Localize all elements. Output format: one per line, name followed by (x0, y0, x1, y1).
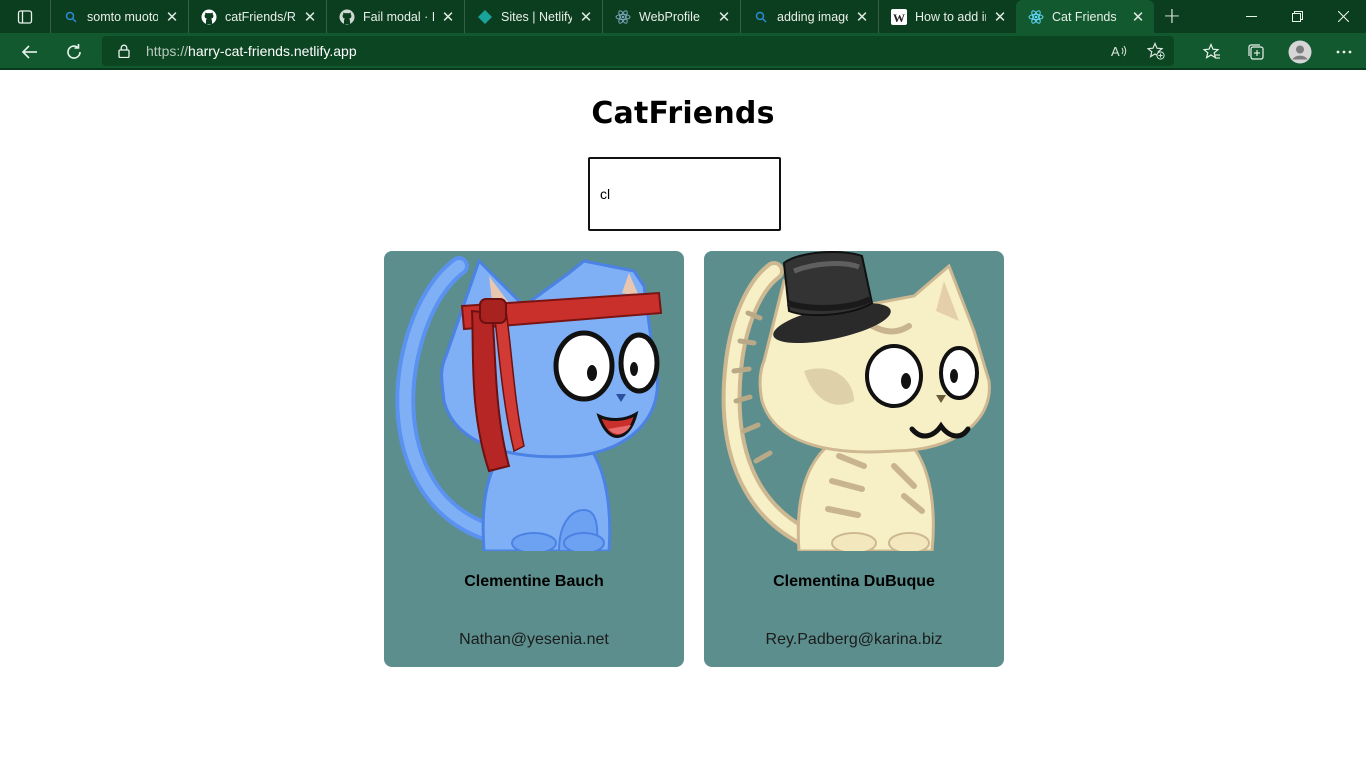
search-input[interactable] (588, 157, 781, 231)
close-icon[interactable]: ✕ (302, 8, 318, 26)
more-menu-button[interactable] (1322, 50, 1366, 54)
url-protocol: https:// (146, 43, 189, 59)
cat-name: Clementine Bauch (464, 573, 604, 590)
tab-somto[interactable]: somto muoto ✕ (50, 0, 188, 33)
tab-adding-image[interactable]: adding image ✕ (740, 0, 878, 33)
browser-tools (1190, 33, 1366, 70)
wikihow-icon: W (891, 8, 907, 25)
react-icon (1028, 9, 1044, 25)
read-aloud-icon[interactable]: A (1102, 44, 1138, 58)
tab-label: Fail modal · Is (363, 9, 434, 24)
netlify-icon (477, 9, 493, 25)
tab-netlify[interactable]: Sites | Netlify ✕ (464, 0, 602, 33)
url-text[interactable]: https://harry-cat-friends.netlify.app (146, 43, 357, 59)
cat-card[interactable]: Clementine Bauch Nathan@yesenia.net (384, 251, 684, 667)
close-icon[interactable]: ✕ (716, 8, 732, 26)
tab-how-to-add[interactable]: W How to add in ✕ (878, 0, 1016, 33)
close-window-button[interactable] (1320, 0, 1366, 33)
close-icon[interactable]: ✕ (992, 8, 1008, 26)
close-icon[interactable]: ✕ (854, 8, 870, 26)
refresh-icon (67, 43, 81, 59)
close-icon[interactable]: ✕ (1130, 8, 1146, 26)
address-bar-actions: A (1102, 42, 1174, 60)
github-icon (339, 9, 355, 25)
tab-label: Cat Friends (1052, 9, 1117, 24)
tab-label: somto muoto (87, 9, 158, 24)
tab-label: Sites | Netlify (501, 9, 572, 24)
close-icon[interactable]: ✕ (164, 8, 180, 26)
lock-icon[interactable] (102, 44, 146, 58)
close-icon[interactable]: ✕ (440, 8, 456, 26)
search-icon (753, 9, 769, 25)
more-icon (1336, 50, 1352, 53)
favorites-icon (1203, 42, 1220, 59)
restore-button[interactable] (1274, 0, 1320, 33)
tab-actions-button[interactable] (0, 0, 50, 33)
page-title: CatFriends (591, 96, 775, 131)
tab-label: adding image (777, 9, 848, 24)
cat-email: Nathan@yesenia.net (459, 631, 609, 648)
refresh-button[interactable] (52, 33, 96, 70)
tab-webprofile[interactable]: WebProfile ✕ (602, 0, 740, 33)
close-icon[interactable]: ✕ (578, 8, 594, 26)
search-icon (63, 9, 79, 25)
restore-icon (1291, 11, 1303, 22)
back-arrow-icon (21, 44, 37, 59)
page-content: CatFriends cl Clementine Bauch Nathan@ye… (0, 70, 1366, 768)
tab-bar: somto muoto ✕ catFriends/RE ✕ Fail modal… (0, 0, 1366, 33)
tab-catfriends-readme[interactable]: catFriends/RE ✕ (188, 0, 326, 33)
tab-cat-friends[interactable]: Cat Friends ✕ (1016, 0, 1154, 33)
tab-label: How to add in (915, 9, 986, 24)
tab-label: catFriends/RE (225, 9, 296, 24)
close-icon (1337, 11, 1349, 22)
collections-button[interactable] (1234, 43, 1278, 61)
plus-icon: + (1162, 4, 1182, 29)
cat-image-top-hat (721, 251, 991, 551)
profile-button[interactable] (1278, 40, 1322, 64)
cat-image-blue-headband (395, 256, 663, 551)
url-host: harry-cat-friends.netlify.app (188, 43, 357, 59)
svg-text:A: A (1111, 44, 1120, 58)
cat-name: Clementina DuBuque (773, 573, 935, 590)
address-bar[interactable]: https://harry-cat-friends.netlify.app A (102, 36, 1174, 66)
minimize-button[interactable] (1228, 0, 1274, 33)
favorites-button[interactable] (1190, 42, 1234, 61)
window-controls (1228, 0, 1366, 33)
tab-fail-modal[interactable]: Fail modal · Is ✕ (326, 0, 464, 33)
back-button[interactable] (8, 33, 52, 70)
github-icon (201, 9, 217, 25)
new-tab-button[interactable]: + (1154, 0, 1190, 33)
tab-actions-icon (17, 9, 33, 24)
tab-label: WebProfile (639, 9, 700, 24)
add-favorite-icon[interactable] (1138, 42, 1174, 60)
cat-card[interactable]: Clementina DuBuque Rey.Padberg@karina.bi… (704, 251, 1004, 667)
avatar (1288, 40, 1312, 63)
minimize-icon (1245, 16, 1257, 17)
react-icon (615, 9, 631, 25)
cat-email: Rey.Padberg@karina.biz (765, 631, 943, 648)
svg-text:W: W (893, 11, 905, 25)
browser-toolbar: https://harry-cat-friends.netlify.app A (0, 33, 1366, 70)
collections-icon (1248, 43, 1264, 60)
